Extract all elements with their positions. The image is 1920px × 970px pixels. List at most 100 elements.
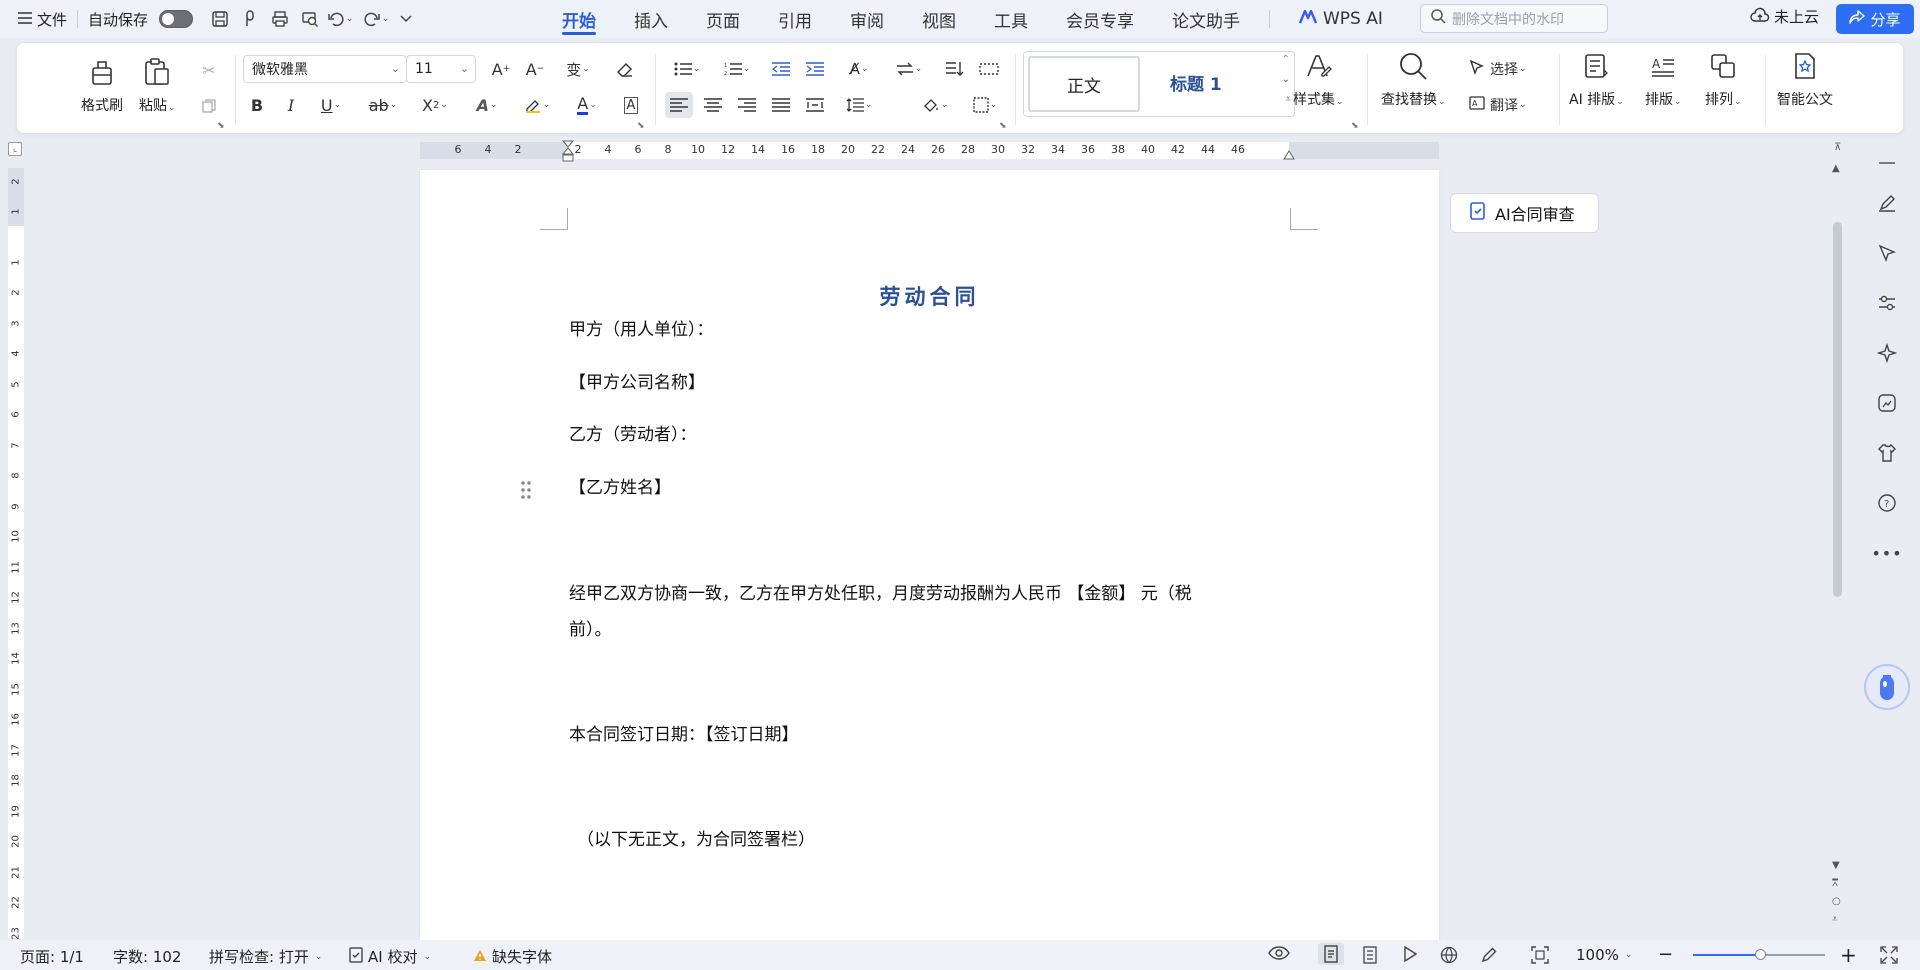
clear-format-eraser-icon[interactable] xyxy=(611,56,639,82)
page-indicator[interactable]: 页面: 1/1 xyxy=(20,946,84,967)
redo-icon[interactable]: ⌄ xyxy=(361,4,391,34)
first-line-indent-marker[interactable] xyxy=(561,140,575,162)
horizontal-ruler[interactable]: 6 4 2 2 4 6 8 10 12 14 16 18 20 22 24 26 28 30 32 34 36 38 40 4… xyxy=(420,140,1439,162)
ai-star-icon[interactable] xyxy=(1870,336,1904,370)
tab-page[interactable]: 页面 xyxy=(687,0,759,38)
sort-icon[interactable] xyxy=(941,56,969,82)
paste-button[interactable]: 粘贴⌄ xyxy=(139,55,176,115)
spellcheck-toggle[interactable]: 拼写检查: 打开 ⌄ xyxy=(209,946,322,967)
style-heading1[interactable]: 标题 1 xyxy=(1170,70,1222,95)
assistant-mascot-icon[interactable] xyxy=(1864,664,1910,710)
text-effect-icon[interactable]: A ⌄ xyxy=(467,92,507,118)
tab-references[interactable]: 引用 xyxy=(759,0,831,38)
toggle-switch[interactable] xyxy=(159,10,194,28)
eye-protection-icon[interactable] xyxy=(1268,946,1290,960)
underline-icon[interactable]: U ⌄ xyxy=(311,92,351,118)
right-indent-marker[interactable] xyxy=(1283,146,1295,160)
ai-proofread-button[interactable]: AI 校对 ⌄ xyxy=(349,946,431,967)
missing-font-warning[interactable]: 缺失字体 xyxy=(473,946,552,967)
theme-shirt-icon[interactable] xyxy=(1870,436,1904,470)
export-pdf-icon[interactable] xyxy=(235,4,265,34)
help-icon[interactable]: ? xyxy=(1870,486,1904,520)
ai-contract-review-button[interactable]: AI合同审查 xyxy=(1450,193,1599,233)
gallery-down-icon[interactable]: ⌄ xyxy=(1282,74,1290,85)
tab-view[interactable]: 视图 xyxy=(903,0,975,38)
save-icon[interactable] xyxy=(205,4,235,34)
scroll-up-icon[interactable]: ▲ xyxy=(1832,163,1840,174)
italic-icon[interactable]: I xyxy=(277,92,305,118)
zoom-out-icon[interactable]: − xyxy=(1658,944,1673,965)
highlight-icon[interactable]: ⌄ xyxy=(517,92,557,118)
font-size-select[interactable]: 11 ⌄ xyxy=(406,55,476,83)
tab-home[interactable]: 开始 xyxy=(543,0,615,38)
search-input[interactable]: 删除文档中的水印 xyxy=(1420,4,1608,33)
cut-icon[interactable]: ✂ xyxy=(195,57,223,83)
phonetic-guide-icon[interactable]: 变 ⌄ xyxy=(559,56,597,82)
format-painter-button[interactable]: 格式刷 xyxy=(81,55,123,115)
translate-button[interactable]: A 翻译 ⌄ xyxy=(1469,92,1545,118)
prev-page-icon[interactable]: ⩞ xyxy=(1832,878,1838,889)
web-view-icon[interactable] xyxy=(1440,946,1458,964)
document-page[interactable]: 劳动合同 甲方（用人单位）： 【甲方公司名称】 乙方（劳动者）： 【乙方姓名】 … xyxy=(420,170,1439,940)
style-normal[interactable]: 正文 xyxy=(1028,56,1140,112)
cursor-select-icon[interactable] xyxy=(1870,236,1904,270)
distribute-icon[interactable] xyxy=(801,92,829,118)
scroll-down-icon[interactable]: ▼ xyxy=(1832,860,1840,871)
print-preview-icon[interactable] xyxy=(295,4,325,34)
find-replace-button[interactable]: 查找替换⌄ xyxy=(1381,49,1446,109)
word-count[interactable]: 字数: 102 xyxy=(113,946,181,967)
font-dialog-launcher-icon[interactable]: ⬊ xyxy=(637,121,645,131)
vertical-ruler[interactable]: 2 1 1 2 3 4 5 6 7 8 9 10 11 12 13 14 15 16 17 18 19 20 21 22 23 xyxy=(8,168,24,939)
arrange-button[interactable]: 排列⌄ xyxy=(1705,49,1742,109)
superscript-icon[interactable]: X 2 ⌄ xyxy=(415,92,455,118)
select-button[interactable]: 选择 ⌄ xyxy=(1469,56,1545,82)
page-view-icon[interactable] xyxy=(1318,943,1344,965)
smart-doc-button[interactable]: 智能公文 xyxy=(1777,49,1833,109)
zoom-in-icon[interactable]: + xyxy=(1840,943,1857,967)
pen-edit-icon[interactable] xyxy=(1870,186,1904,220)
select-browse-object-icon[interactable]: ○ xyxy=(1832,896,1841,907)
copy-icon[interactable] xyxy=(195,93,223,119)
justify-icon[interactable] xyxy=(767,92,795,118)
vertical-scrollbar-thumb[interactable] xyxy=(1833,222,1842,597)
font-name-select[interactable]: 微软雅黑 ⌄ xyxy=(243,55,407,83)
bullet-list-icon[interactable]: ⌄ xyxy=(667,56,707,82)
char-border-icon[interactable]: A xyxy=(617,92,645,118)
zoom-level[interactable]: 100% ⌄ xyxy=(1576,946,1632,964)
tab-wps-ai[interactable]: WPS AI xyxy=(1280,0,1402,38)
ruler-scroll-top-icon[interactable]: ⊼ xyxy=(1834,142,1841,153)
ruler-corner-icon[interactable]: ⌞ xyxy=(8,142,22,156)
styles-dialog-launcher-icon[interactable]: ⬊ xyxy=(1351,121,1359,131)
grow-font-icon[interactable]: A + xyxy=(487,56,515,82)
cloud-status[interactable]: 未上云 xyxy=(1750,6,1819,27)
style-set-button[interactable]: 样式集⌄ xyxy=(1293,49,1344,109)
file-menu[interactable]: 文件 xyxy=(18,9,67,30)
undo-icon[interactable]: ⌄ xyxy=(325,4,355,34)
ai-image-icon[interactable] xyxy=(1870,386,1904,420)
fullscreen-icon[interactable] xyxy=(1880,946,1898,964)
decrease-indent-icon[interactable] xyxy=(767,56,795,82)
gallery-up-icon[interactable]: ⌃ xyxy=(1282,54,1290,65)
show-marks-icon[interactable] xyxy=(975,56,1003,82)
strikethrough-icon[interactable]: ab ⌄ xyxy=(363,92,403,118)
shading-icon[interactable]: ⌄ xyxy=(915,92,955,118)
line-spacing-icon[interactable]: ⌄ xyxy=(839,92,879,118)
gallery-expand-icon[interactable]: ⩡ xyxy=(1285,94,1291,105)
ai-layout-button[interactable]: AI 排版⌄ xyxy=(1569,49,1624,109)
share-button[interactable]: 分享 xyxy=(1836,4,1914,34)
layout-button[interactable]: A 排版⌄ xyxy=(1645,49,1682,109)
next-page-icon[interactable]: ⩡ xyxy=(1832,914,1838,925)
adjust-sliders-icon[interactable] xyxy=(1870,286,1904,320)
zoom-slider-handle[interactable] xyxy=(1755,949,1766,960)
numbered-list-icon[interactable]: 1 2 ⌄ xyxy=(717,56,757,82)
paragraph-dialog-launcher-icon[interactable]: ⬊ xyxy=(999,121,1007,131)
fit-page-icon[interactable] xyxy=(1531,946,1549,964)
borders-icon[interactable]: ⌄ xyxy=(965,92,1005,118)
align-left-icon[interactable] xyxy=(665,92,693,118)
font-color-icon[interactable]: A ⌄ xyxy=(567,92,607,118)
increase-indent-icon[interactable] xyxy=(801,56,829,82)
align-right-icon[interactable] xyxy=(733,92,761,118)
tab-tools[interactable]: 工具 xyxy=(975,0,1047,38)
autosave-toggle[interactable]: 自动保存 xyxy=(88,9,194,30)
print-icon[interactable] xyxy=(265,4,295,34)
